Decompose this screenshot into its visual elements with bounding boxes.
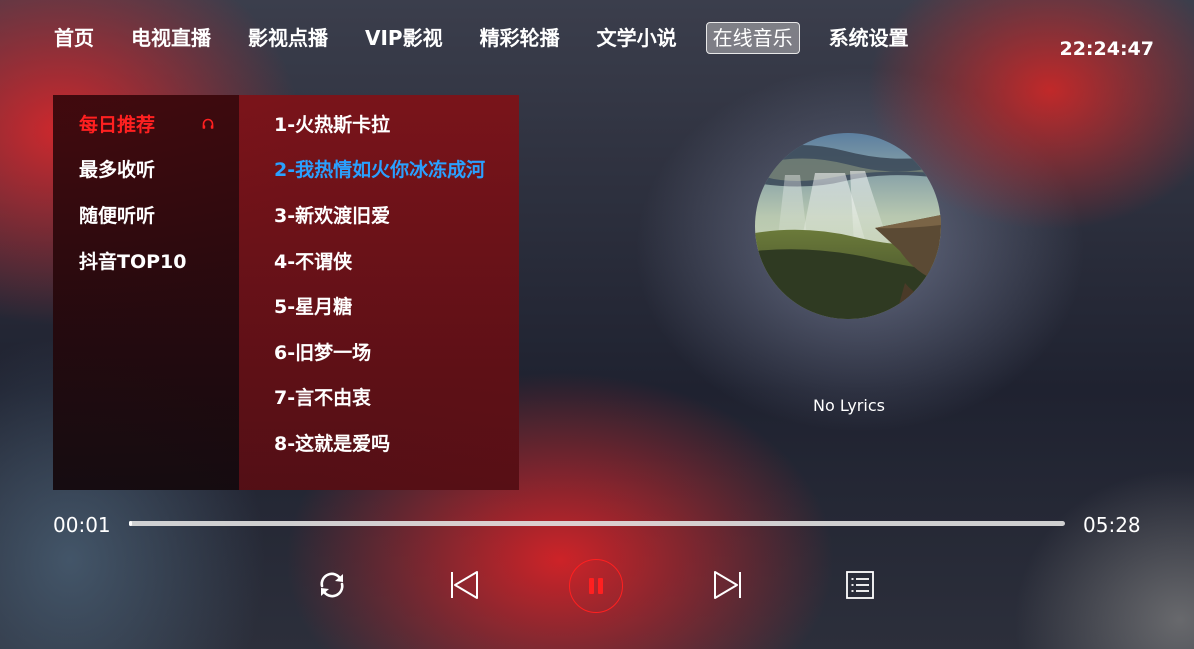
song-item-2[interactable]: 2-我热情如火你冰冻成河 bbox=[274, 157, 485, 183]
total-time: 05:28 bbox=[1083, 513, 1141, 537]
tab-home[interactable]: 首页 bbox=[46, 22, 102, 54]
category-panel: 每日推荐 最多收听 随便听听 抖音TOP10 bbox=[53, 95, 239, 490]
playlist-button[interactable] bbox=[840, 565, 880, 605]
tab-vod[interactable]: 影视点播 bbox=[240, 22, 336, 54]
tab-vip-video[interactable]: VIP影视 bbox=[357, 22, 451, 54]
tab-novels[interactable]: 文学小说 bbox=[589, 22, 685, 54]
song-item-4[interactable]: 4-不谓侠 bbox=[274, 249, 352, 275]
category-daily-picks[interactable]: 每日推荐 bbox=[79, 112, 155, 138]
top-nav: 首页 电视直播 影视点播 VIP影视 精彩轮播 文学小说 在线音乐 系统设置 bbox=[46, 22, 938, 54]
previous-button[interactable] bbox=[444, 565, 484, 605]
tab-settings[interactable]: 系统设置 bbox=[821, 22, 917, 54]
tab-carousel[interactable]: 精彩轮播 bbox=[472, 22, 568, 54]
album-art bbox=[755, 133, 941, 319]
song-item-1[interactable]: 1-火热斯卡拉 bbox=[274, 112, 390, 138]
category-douyin-top10[interactable]: 抖音TOP10 bbox=[79, 249, 186, 275]
song-item-8[interactable]: 8-这就是爱吗 bbox=[274, 431, 390, 457]
category-random[interactable]: 随便听听 bbox=[79, 203, 155, 229]
lyrics-text: No Lyrics bbox=[813, 396, 885, 415]
song-item-5[interactable]: 5-星月糖 bbox=[274, 294, 352, 320]
next-icon bbox=[714, 571, 741, 599]
tab-online-music[interactable]: 在线音乐 bbox=[705, 22, 800, 54]
playlist-icon bbox=[846, 571, 874, 599]
previous-icon bbox=[451, 571, 478, 599]
pause-icon bbox=[589, 578, 603, 594]
category-most-played[interactable]: 最多收听 bbox=[79, 157, 155, 183]
next-button[interactable] bbox=[708, 565, 748, 605]
tab-live-tv[interactable]: 电视直播 bbox=[123, 22, 219, 54]
song-item-6[interactable]: 6-旧梦一场 bbox=[274, 340, 371, 366]
pause-button[interactable] bbox=[569, 559, 623, 613]
clock: 22:24:47 bbox=[1059, 38, 1154, 60]
headphone-icon bbox=[202, 118, 214, 129]
song-item-3[interactable]: 3-新欢渡旧爱 bbox=[274, 203, 390, 229]
progress-bar[interactable] bbox=[129, 521, 1065, 526]
song-item-7[interactable]: 7-言不由衷 bbox=[274, 385, 371, 411]
progress-fill bbox=[129, 521, 132, 526]
repeat-button[interactable] bbox=[312, 565, 352, 605]
repeat-icon bbox=[320, 572, 344, 598]
elapsed-time: 00:01 bbox=[53, 513, 111, 537]
song-list: 1-火热斯卡拉 2-我热情如火你冰冻成河 3-新欢渡旧爱 4-不谓侠 5-星月糖… bbox=[239, 95, 519, 490]
